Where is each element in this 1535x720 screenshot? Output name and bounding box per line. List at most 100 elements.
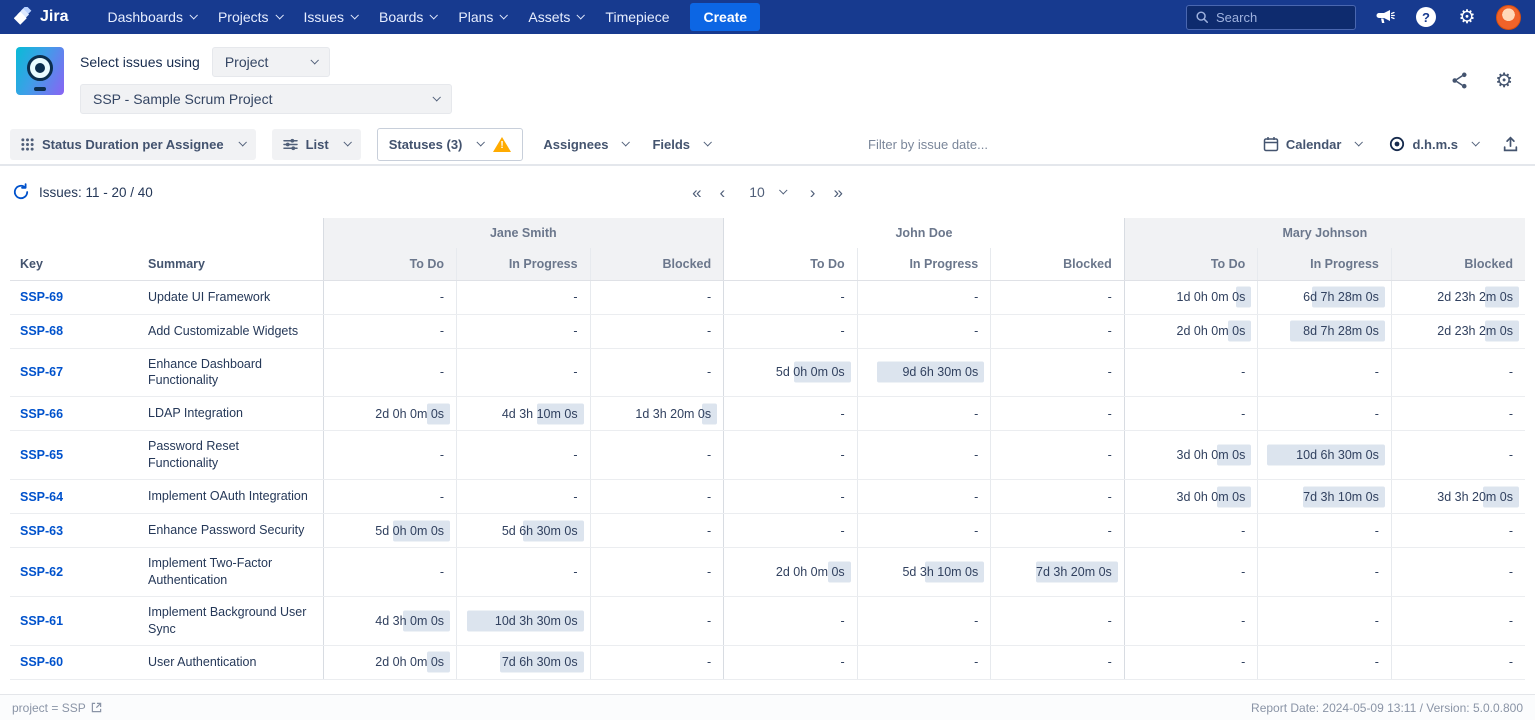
- empty-duration: -: [841, 407, 847, 421]
- issue-source-dropdown[interactable]: Project: [212, 47, 330, 77]
- help-icon[interactable]: ?: [1414, 5, 1438, 29]
- empty-duration: -: [1375, 655, 1381, 669]
- nav-issues[interactable]: Issues: [293, 0, 368, 34]
- duration-cell: -: [323, 314, 457, 348]
- prev-page-button[interactable]: ‹: [720, 184, 726, 201]
- issue-key-link[interactable]: SSP-62: [20, 565, 63, 579]
- duration-cell: -: [1391, 514, 1525, 548]
- empty-duration: -: [707, 324, 713, 338]
- user-avatar[interactable]: [1496, 5, 1521, 30]
- empty-duration: -: [1241, 565, 1247, 579]
- search-input[interactable]: [1216, 10, 1336, 25]
- first-page-button[interactable]: «: [692, 184, 701, 201]
- issue-key-link[interactable]: SSP-68: [20, 324, 63, 338]
- issue-key-link[interactable]: SSP-66: [20, 407, 63, 421]
- time-format-dropdown[interactable]: d.h.m.s: [1385, 128, 1482, 160]
- project-dropdown[interactable]: SSP - Sample Scrum Project: [80, 84, 452, 114]
- issue-key-link[interactable]: SSP-60: [20, 655, 63, 669]
- empty-duration: -: [841, 524, 847, 538]
- statuses-label: Statuses (3): [389, 137, 463, 152]
- duration-cell: -: [857, 480, 991, 514]
- duration-value: 7d 3h 20m 0s: [1036, 565, 1114, 579]
- chevron-down-icon: [238, 138, 246, 146]
- duration-cell: -: [1258, 645, 1392, 679]
- share-icon[interactable]: [1450, 71, 1469, 90]
- empty-duration: -: [1509, 655, 1515, 669]
- jql-filter-link[interactable]: project = SSP: [12, 701, 102, 715]
- issue-key-link[interactable]: SSP-69: [20, 290, 63, 304]
- empty-duration: -: [841, 448, 847, 462]
- status-column-header: In Progress: [857, 248, 991, 280]
- duration-cell: -: [590, 431, 724, 480]
- calendar-dropdown[interactable]: Calendar: [1259, 128, 1366, 160]
- chevron-down-icon: [310, 56, 318, 64]
- duration-value: 2d 23h 2m 0s: [1437, 324, 1515, 338]
- duration-cell: -: [323, 480, 457, 514]
- report-table-body: SSP-69Update UI Framework------1d 0h 0m …: [10, 280, 1525, 679]
- issue-key-link[interactable]: SSP-67: [20, 365, 63, 379]
- nav-timepiece[interactable]: Timepiece: [594, 0, 680, 34]
- global-search[interactable]: [1186, 5, 1356, 30]
- duration-cell: -: [991, 280, 1125, 314]
- table-row: SSP-63Enhance Password Security5d 0h 0m …: [10, 514, 1525, 548]
- export-icon[interactable]: [1502, 136, 1519, 153]
- statuses-dropdown[interactable]: Statuses (3): [377, 128, 524, 161]
- table-row: SSP-66LDAP Integration2d 0h 0m 0s4d 3h 1…: [10, 397, 1525, 431]
- refresh-icon[interactable]: [12, 183, 30, 201]
- duration-value: 2d 0h 0m 0s: [776, 565, 847, 579]
- issue-source-value: Project: [225, 54, 269, 70]
- jira-logo[interactable]: Jira: [14, 7, 68, 27]
- fields-dropdown[interactable]: Fields: [648, 129, 714, 160]
- table-row: SSP-69Update UI Framework------1d 0h 0m …: [10, 280, 1525, 314]
- empty-duration: -: [1241, 365, 1247, 379]
- settings-gear-icon[interactable]: ⚙: [1455, 5, 1479, 29]
- select-issues-label: Select issues using: [80, 54, 200, 70]
- search-icon: [1195, 10, 1209, 24]
- announcement-icon[interactable]: [1373, 5, 1397, 29]
- duration-cell: -: [991, 348, 1125, 397]
- issue-key-cell: SSP-60: [10, 645, 138, 679]
- issue-date-filter-input[interactable]: [868, 137, 1058, 152]
- duration-cell: 10d 6h 30m 0s: [1258, 431, 1392, 480]
- jira-logo-icon: [14, 7, 34, 27]
- nav-projects[interactable]: Projects: [207, 0, 293, 34]
- jql-filter-text: project = SSP: [12, 701, 86, 715]
- nav-boards[interactable]: Boards: [368, 0, 447, 34]
- view-mode-dropdown[interactable]: List: [272, 129, 361, 160]
- next-page-button[interactable]: ›: [810, 184, 816, 201]
- issue-key-link[interactable]: SSP-63: [20, 524, 63, 538]
- assignees-dropdown[interactable]: Assignees: [539, 129, 632, 160]
- status-column-header: In Progress: [457, 248, 591, 280]
- nav-projects-label: Projects: [218, 9, 269, 25]
- duration-cell: -: [1124, 645, 1258, 679]
- last-page-button[interactable]: »: [833, 184, 842, 201]
- nav-assets[interactable]: Assets: [517, 0, 594, 34]
- chevron-down-icon: [1471, 138, 1479, 146]
- issue-key-link[interactable]: SSP-64: [20, 490, 63, 504]
- empty-duration: -: [974, 524, 980, 538]
- assignees-label: Assignees: [543, 137, 608, 152]
- duration-cell: -: [857, 280, 991, 314]
- issue-key-link[interactable]: SSP-61: [20, 614, 63, 628]
- duration-cell: -: [323, 431, 457, 480]
- create-button[interactable]: Create: [690, 3, 760, 31]
- report-toolbar: Status Duration per Assignee List Status…: [0, 124, 1535, 166]
- duration-cell: -: [857, 596, 991, 645]
- report-type-dropdown[interactable]: Status Duration per Assignee: [10, 129, 256, 160]
- page-size-dropdown[interactable]: 10: [743, 180, 792, 204]
- duration-value: 5d 0h 0m 0s: [375, 524, 446, 538]
- chevron-down-icon: [779, 186, 787, 194]
- empty-duration: -: [974, 324, 980, 338]
- empty-duration: -: [573, 490, 579, 504]
- report-settings-icon[interactable]: ⚙: [1495, 71, 1513, 91]
- nav-plans[interactable]: Plans: [447, 0, 517, 34]
- duration-value: 3d 0h 0m 0s: [1177, 448, 1248, 462]
- nav-dashboards[interactable]: Dashboards: [96, 0, 207, 34]
- issue-key-link[interactable]: SSP-65: [20, 448, 63, 462]
- issue-key-cell: SSP-69: [10, 280, 138, 314]
- issue-key-cell: SSP-61: [10, 596, 138, 645]
- duration-cell: 3d 0h 0m 0s: [1124, 480, 1258, 514]
- empty-duration: -: [440, 490, 446, 504]
- duration-cell: -: [1391, 548, 1525, 597]
- duration-cell: -: [724, 397, 858, 431]
